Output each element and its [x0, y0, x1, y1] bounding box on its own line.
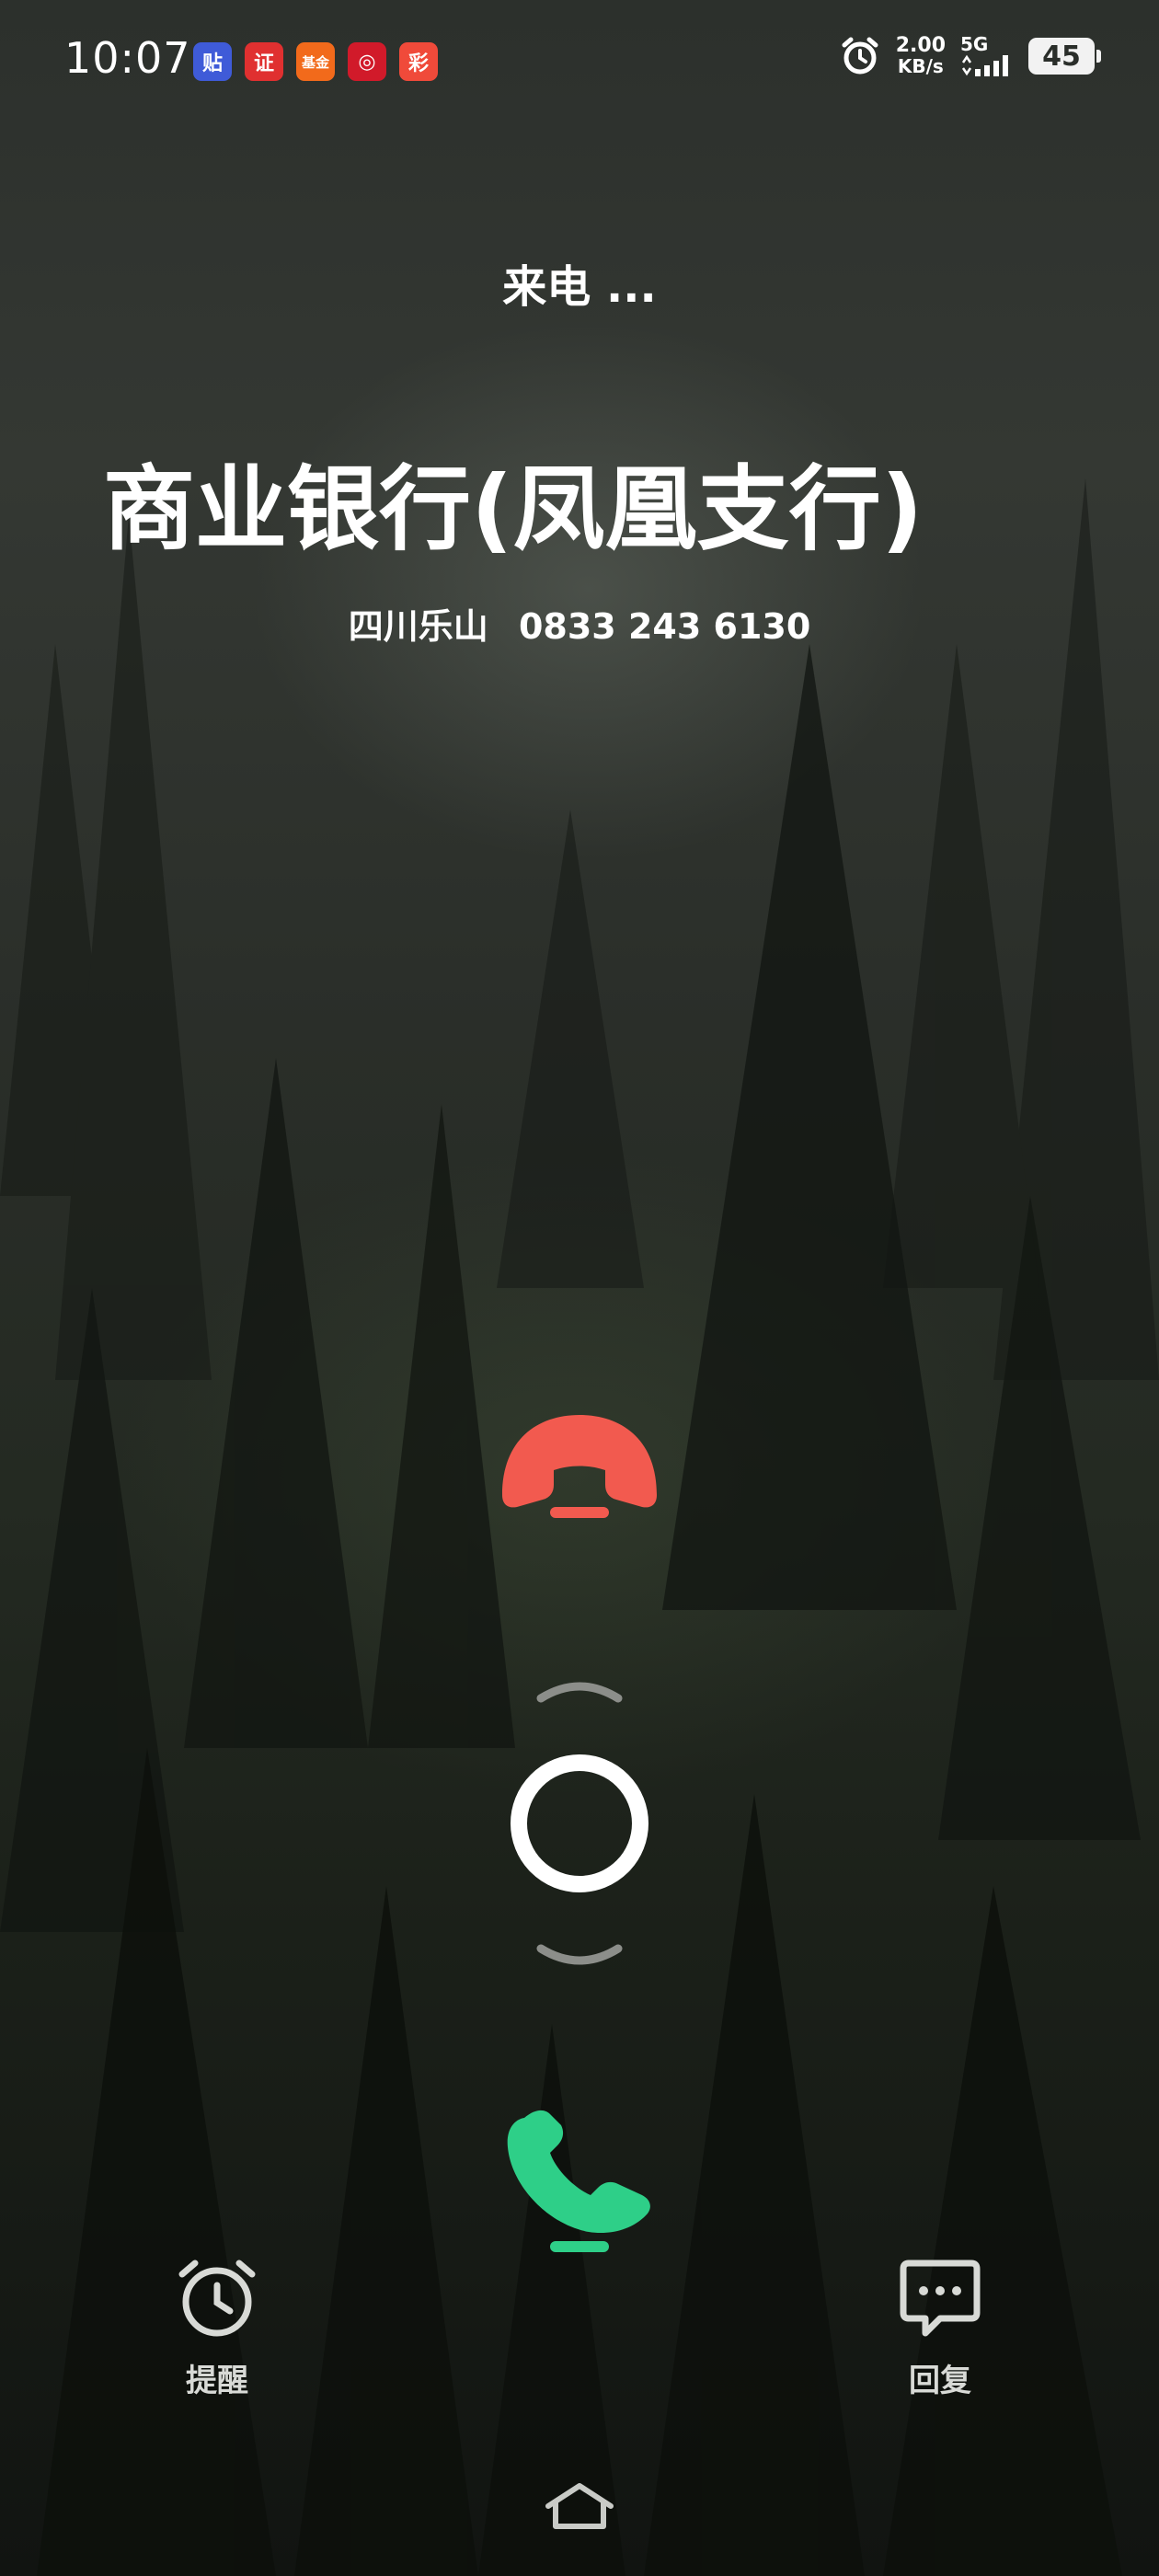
- call-status: 来电 ...: [502, 261, 657, 313]
- battery-indicator: 45: [1028, 38, 1101, 75]
- status-bar: 10:07 贴 证 基金 ◎ 彩 2.00 KB/s 5G 45: [0, 0, 1159, 129]
- caller-name: 商业银行(凤凰支行): [103, 455, 924, 563]
- answer-call-button[interactable]: [497, 2107, 662, 2263]
- boc-app-icon: ◎: [348, 42, 386, 81]
- answer-slide-handle[interactable]: [511, 1754, 648, 1892]
- clock: 10:07: [64, 33, 191, 83]
- reminder-button[interactable]: 提醒: [125, 2254, 309, 2400]
- tieba-app-icon: 贴: [193, 42, 232, 81]
- status-indicators: 2.00 KB/s 5G 45: [839, 34, 1101, 77]
- reply-message-button[interactable]: 回复: [848, 2254, 1032, 2400]
- lottery-app-icon: 彩: [399, 42, 438, 81]
- message-icon: [900, 2260, 981, 2337]
- caller-name-marquee: 商业银行(凤凰支行): [0, 442, 1159, 570]
- fund-app-icon: 基金: [296, 42, 335, 81]
- alarm-clock-icon: [178, 2260, 256, 2337]
- decline-call-button[interactable]: [493, 1408, 666, 1527]
- slide-up-hint-arc: [536, 1682, 623, 1703]
- signal-indicator: 5G: [960, 35, 1014, 77]
- notification-icons: 贴 证 基金 ◎ 彩: [193, 42, 438, 81]
- alarm-icon: [842, 37, 878, 75]
- caller-number: 0833 243 6130: [518, 606, 811, 647]
- hangup-icon: [502, 1415, 657, 1508]
- reply-label: 回复: [909, 2363, 971, 2399]
- network-speed: 2.00 KB/s: [895, 34, 946, 77]
- securities-app-icon: 证: [245, 42, 283, 81]
- signal-bars-icon: [961, 54, 1008, 76]
- slide-down-hint-arc: [536, 1944, 623, 1965]
- home-icon[interactable]: [541, 2478, 618, 2534]
- reminder-label: 提醒: [186, 2363, 248, 2399]
- phone-icon: [507, 2110, 650, 2234]
- caller-location: 四川乐山: [348, 606, 488, 647]
- caller-details: 四川乐山 0833 243 6130: [0, 598, 1159, 649]
